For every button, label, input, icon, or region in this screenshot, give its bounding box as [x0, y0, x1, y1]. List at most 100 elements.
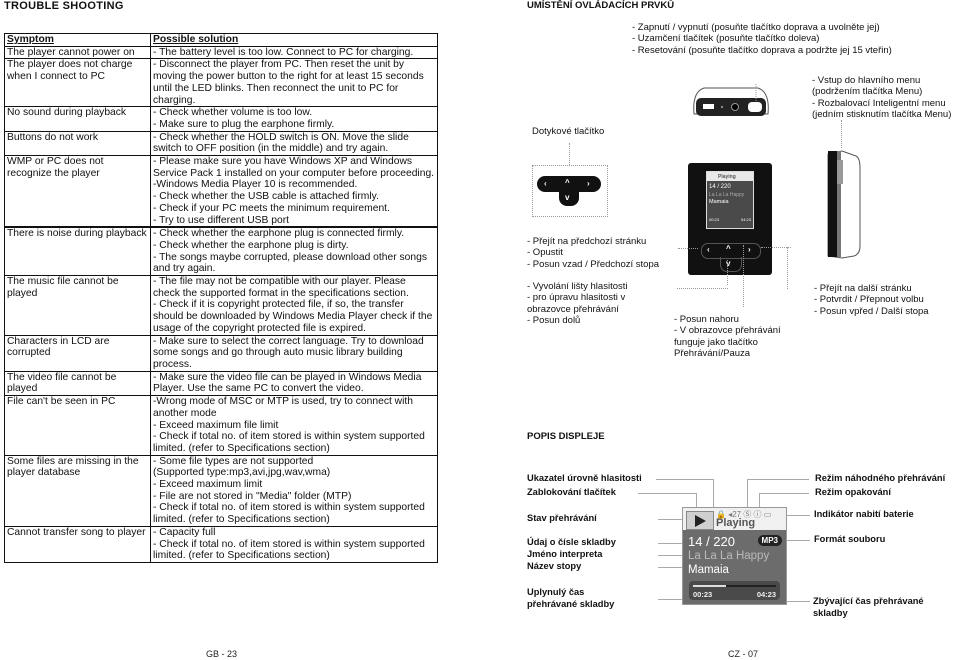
- symptom-cell: WMP or PC does not recognize the player: [4, 155, 151, 228]
- up-key-note: - Posun nahoru: [674, 314, 739, 325]
- symptom-cell: Characters in LCD are corrupted: [4, 334, 151, 372]
- table-row: Characters in LCD are corrupted - Make su…: [4, 334, 438, 372]
- label-track-name: Název stopy: [527, 561, 582, 571]
- left-key-note: - Opustit: [527, 247, 563, 259]
- lcd-track-number: 14 / 220: [688, 534, 735, 549]
- solution-line: - Check whether the HOLD switch is ON. M…: [153, 131, 409, 155]
- solution-line: -Windows Media Player 10 is recommended.: [153, 179, 358, 191]
- mini-lcd-artist: La La La Happy: [709, 192, 745, 198]
- solution-line: - Make sure the video file can be played…: [153, 371, 422, 395]
- right-key-note: - Potvrdit / Přepnout volbu: [814, 294, 924, 306]
- menu-note: (jedním stisknutím tlačítka Menu): [812, 109, 952, 121]
- solution-line: - Check if your PC meets the minimum req…: [153, 202, 390, 214]
- solution-line: - Check if total no. of item stored is w…: [153, 502, 425, 526]
- solution-line: - File are not stored in "Media" folder …: [153, 490, 352, 502]
- leader-line: [638, 493, 696, 494]
- leader-line: [759, 493, 809, 494]
- page-number-right: CZ - 07: [728, 649, 759, 659]
- lcd-display: 🔒 ◂27 Ⓢ ⓘ ▭ Playing 14 / 220 MP3 La La L…: [682, 507, 787, 605]
- up-key-note: Přehrávání/Pauza: [674, 348, 751, 360]
- symptom-cell: Buttons do not work: [4, 130, 151, 157]
- solution-line: - Check whether the earphone plug is dir…: [153, 239, 349, 251]
- label-elapsed: Uplynulý čas přehrávané skladby: [527, 587, 614, 610]
- up-key-note: funguje jako tlačítko: [674, 336, 758, 348]
- leader-line: [658, 543, 682, 544]
- mini-lcd-remaining: 04:23: [740, 217, 751, 222]
- left-key-note: - Posun vzad / Předchozí stopa: [527, 258, 660, 270]
- solution-header: Possible solution: [150, 33, 438, 47]
- solution-line: - Disconnect the player from PC. Then re…: [153, 59, 424, 106]
- mini-lcd-playing: Playing: [718, 174, 736, 180]
- solution-line: - Exceed maximum limit: [153, 479, 263, 491]
- mini-lcd-track: 14 / 220: [709, 184, 731, 190]
- leader-line: [786, 601, 810, 602]
- menu-note: (podržením tlačítka Menu): [812, 86, 923, 98]
- table-row: WMP or PC does not recognize the player -…: [4, 155, 438, 228]
- label-play-state: Stav přehrávání: [527, 513, 597, 523]
- label-elapsed-line: Uplynulý čas: [527, 587, 585, 597]
- label-battery: Indikátor nabití baterie: [814, 509, 914, 519]
- label-elapsed-line: přehrávané skladby: [527, 598, 615, 609]
- progress-track: [693, 585, 776, 587]
- solution-cell: - Disconnect the player from PC. Then re…: [150, 58, 438, 108]
- leader-line: [786, 540, 810, 541]
- up-key-note: - V obrazovce přehrávání: [674, 325, 781, 337]
- label-artist: Jméno interpreta: [527, 549, 603, 559]
- chevron-up-icon: ^: [565, 178, 570, 187]
- down-key-note: - pro úpravu hlasitosti v: [527, 292, 626, 304]
- label-keylock: Zablokování tlačítek: [527, 487, 616, 497]
- table-row: Some files are missing in the player dat…: [4, 454, 438, 527]
- device-front-view: Playing 14 / 220 La La La Happy Mamaia 0…: [688, 163, 772, 275]
- power-notes: - Zapnutí / vypnutí (posuňte tlačítko do…: [632, 22, 892, 56]
- solution-line: - Check if total no. of item stored is w…: [153, 538, 425, 562]
- right-key-note: - Posun vpřed / Další stopa: [814, 305, 929, 317]
- leader-line: [747, 479, 809, 480]
- lcd-playing: Playing: [716, 517, 756, 529]
- solution-line: (Supported type:mp3,avi,jpg,wav,wma): [153, 467, 331, 479]
- symptom-cell: No sound during playback: [4, 106, 151, 132]
- symptom-cell: The video file cannot be played: [4, 370, 151, 397]
- solution-line: - Check whether the earphone plug is con…: [153, 228, 405, 240]
- touch-button-label: Dotykové tlačítko: [532, 126, 605, 137]
- symptom-cell: Cannot transfer song to player: [4, 525, 151, 563]
- solution-line: - Exceed maximum file limit: [153, 419, 279, 431]
- solution-cell: - Make sure the video file can be played…: [150, 370, 438, 397]
- solution-line: - The songs maybe corrupted, please down…: [153, 251, 427, 275]
- table-row: Cannot transfer song to player - Capacity…: [4, 525, 438, 563]
- table-row: No sound during playback - Check whether …: [4, 106, 438, 132]
- display-title: POPIS DISPLEJE: [527, 431, 605, 442]
- lcd-remaining: 04:23: [756, 590, 776, 599]
- dpad-front-stem: [720, 257, 742, 272]
- leader-line: [787, 247, 788, 289]
- solution-line: - Check if total no. of item stored is w…: [153, 431, 425, 454]
- label-remaining: Zbývající čas přehrávané skladby: [813, 596, 924, 619]
- solution-line: -Wrong mode of MSC or MTP is used, try t…: [153, 396, 413, 419]
- solution-cell: - Check whether the HOLD switch is ON. M…: [150, 130, 438, 157]
- lcd-title: Mamaia: [688, 564, 729, 576]
- symptom-cell: There is noise during playback: [4, 226, 151, 277]
- solution-line: - The battery level is too low. Connect …: [153, 46, 414, 58]
- leader-line: [656, 479, 714, 480]
- chevron-down-icon: v: [565, 193, 570, 202]
- symptom-header: Symptom: [4, 33, 151, 47]
- symptom-cell: The music file cannot be played: [4, 275, 151, 336]
- device-side-view: [826, 148, 862, 260]
- label-format: Formát souboru: [814, 534, 886, 544]
- label-shuffle: Režim náhodného přehrávání: [815, 473, 946, 483]
- solution-cell: - Check whether volume is too low. - Make…: [150, 106, 438, 132]
- solution-line: - Check if it is copyright protected fil…: [153, 299, 433, 334]
- label-track-number: Údaj o čísle skladby: [527, 537, 616, 547]
- chevron-right-icon: ›: [587, 179, 590, 188]
- solution-line: - Some file types are not supported: [153, 455, 314, 467]
- left-key-note: - Přejít na předchozí stránku: [527, 236, 647, 247]
- menu-note: - Rozbalovací Inteligentní menu: [812, 97, 946, 109]
- solution-line: - Check whether volume is too low.: [153, 107, 313, 119]
- leader-line: [678, 248, 698, 249]
- down-key-note: obrazovce přehrávání: [527, 303, 619, 315]
- leader-line: [658, 555, 682, 556]
- troubleshooting-title: TROUBLE SHOOTING: [4, 0, 124, 12]
- solution-line: - Make sure to select the correct langua…: [153, 335, 424, 370]
- solution-cell: - Capacity full - Check if total no. of i…: [150, 525, 438, 563]
- play-state-icon: [686, 511, 714, 530]
- right-key-note: - Přejít na další stránku: [814, 283, 912, 294]
